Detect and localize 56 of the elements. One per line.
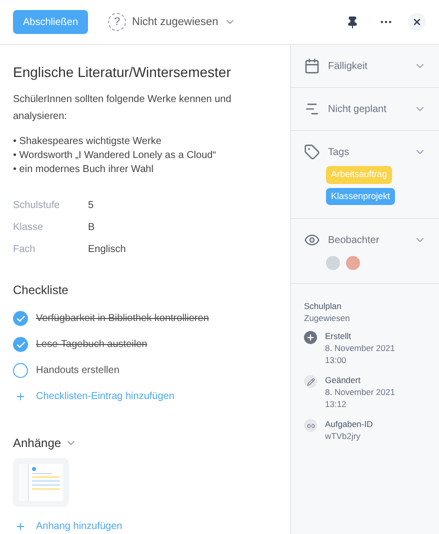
complete-button[interactable]: Abschließen [13,10,88,34]
avatar[interactable] [326,256,340,270]
plus-icon [15,521,26,532]
property-value: B [88,221,95,235]
description-bullet: • Shakespeares wichtigste Werke [13,135,162,149]
property-label: Fach [13,243,36,257]
calendar-icon [304,58,320,74]
assignee-dropdown[interactable]: ? Nicht zugewiesen [108,13,236,31]
checklist-heading: Checkliste [13,282,70,299]
meta-label: Erstellt [325,330,352,342]
property-label: Klasse [13,221,44,235]
description-bullet: • Wordsworth „I Wandered Lonely as a Cloud“ [13,149,218,163]
description-bullet: • ein modernes Buch ihrer Wahl [13,163,154,177]
project-status: Zugewiesen [304,312,351,324]
meta-value: wTVb2jry [325,430,362,442]
meta-label: Aufgaben-ID [325,418,373,430]
property-label: Schulstufe [13,199,61,213]
add-attachment-link[interactable]: Anhang hinzufügen [13,519,277,534]
meta-value: 8. November 2021 [325,386,395,398]
unassigned-icon: ? [108,13,126,31]
close-icon [412,17,422,27]
meta-value: 13:12 [325,398,348,410]
attachments-heading[interactable]: Anhänge [13,434,277,452]
sidebar-section-header[interactable]: Nicht geplant [304,101,426,117]
close-button[interactable] [408,13,426,31]
checklist-checkbox[interactable] [13,337,28,352]
checklist-item: Verfügbarkeit in Bibliothek kontrollieren [36,312,209,326]
task-description: SchülerInnen sollten folgende Werke kennen und analysieren: [13,93,232,124]
meta-label: Geändert [325,374,362,386]
pin-icon [346,16,358,28]
tag[interactable]: Klassenprojekt [326,188,396,205]
property-value: 5 [88,199,94,213]
timeline-icon [304,101,320,117]
check-icon [16,340,26,350]
eye-icon [304,232,320,248]
sidebar-section-header[interactable]: Tags [304,144,426,160]
sidebar-section-header[interactable]: Beobachter [304,232,426,248]
checklist-checkbox[interactable] [13,363,28,378]
plus-icon [15,391,26,402]
add-checklist-item-link[interactable]: Checklisten-Eintrag hinzufügen [13,389,277,404]
plus-icon [304,331,317,344]
property-value: Englisch [88,243,126,257]
pencil-icon [304,375,317,388]
attachment-thumbnail[interactable] [13,458,69,507]
task-title: Englische Literatur/Wintersemester [13,63,232,81]
tag-icon [304,144,320,160]
sidebar-section-header[interactable]: Fälligkeit [304,58,426,74]
avatar[interactable] [346,256,360,270]
checklist-item: Lese-Tagebuch austeilen [36,338,148,352]
check-icon [16,314,26,324]
checklist-item: Handouts erstellen [36,364,120,378]
link-icon [304,419,317,432]
checklist-checkbox[interactable] [13,311,28,326]
meta-value: 8. November 2021 [325,342,395,354]
project-name: Schulplan [304,300,342,312]
meta-value: 13:00 [325,354,348,366]
